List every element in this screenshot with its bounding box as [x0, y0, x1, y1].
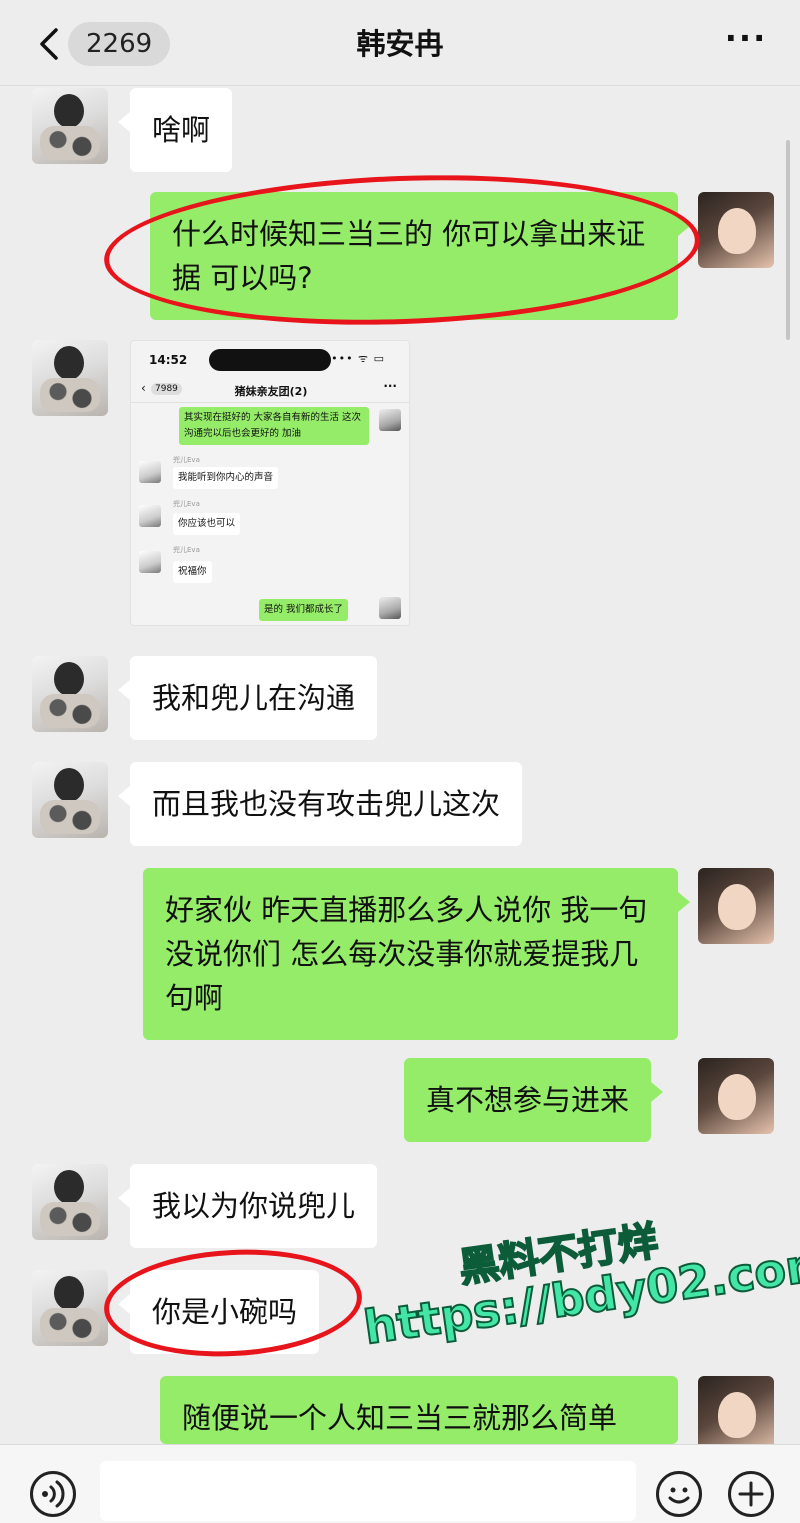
- embedded-message-outgoing: 是的 我们都成长了: [259, 599, 349, 621]
- input-bar: [0, 1444, 800, 1523]
- embedded-status-time: 14:52: [149, 353, 188, 367]
- avatar-self[interactable]: [698, 192, 774, 268]
- embedded-avatar-contact: [139, 461, 161, 483]
- embedded-group-title: 猪妹亲友团(2): [234, 385, 308, 398]
- embedded-nickname: 兜儿Eva: [173, 500, 200, 508]
- chat-title: 韩安冉: [356, 27, 444, 61]
- embedded-nickname: 兜儿Eva: [173, 546, 200, 554]
- embedded-message-incoming: 你应该也可以: [173, 513, 241, 535]
- image-message-screenshot[interactable]: 14:52 ••• ᯤ ▭ ‹ 7989 猪妹亲友团(2) ··· 其实现在挺好…: [130, 340, 410, 626]
- embedded-avatar-contact: [139, 505, 161, 527]
- plus-icon[interactable]: [728, 1471, 774, 1517]
- avatar-contact[interactable]: [32, 762, 108, 838]
- message-incoming[interactable]: 啥啊: [117, 88, 233, 172]
- message-outgoing[interactable]: 随便说一个人知三当三就那么简单: [160, 1376, 678, 1444]
- embedded-signal-icons: ••• ᯤ ▭: [331, 352, 385, 365]
- avatar-contact[interactable]: [32, 1164, 108, 1240]
- message-outgoing[interactable]: 什么时候知三当三的 你可以拿出来证据 可以吗?: [150, 192, 690, 320]
- message-incoming[interactable]: 我和兜儿在沟通: [117, 656, 378, 740]
- message-incoming[interactable]: 你是小碗吗: [117, 1270, 320, 1354]
- message-outgoing[interactable]: 好家伙 昨天直播那么多人说你 我一句没说你们 怎么每次没事你就爱提我几句啊: [143, 868, 690, 1040]
- embedded-avatar-contact: [139, 551, 161, 573]
- message-incoming[interactable]: 而且我也没有攻击兜儿这次: [117, 762, 523, 846]
- avatar-self[interactable]: [698, 1376, 774, 1452]
- avatar-contact[interactable]: [32, 340, 108, 416]
- avatar-self[interactable]: [698, 1058, 774, 1134]
- message-incoming[interactable]: 我以为你说兜儿: [117, 1164, 378, 1248]
- embedded-dynamic-island: [209, 349, 331, 371]
- voice-waves-icon: [42, 1480, 65, 1508]
- avatar-self[interactable]: [698, 868, 774, 944]
- more-options-icon[interactable]: ···: [722, 22, 770, 58]
- voice-icon[interactable]: [30, 1471, 76, 1517]
- emoji-icon[interactable]: [656, 1471, 702, 1517]
- embedded-message-incoming: 祝福你: [173, 561, 212, 583]
- avatar-contact[interactable]: [32, 1270, 108, 1346]
- avatar-contact[interactable]: [32, 656, 108, 732]
- embedded-message-outgoing: 其实现在挺好的 大家各自有新的生活 这次沟通完以后也会更好的 加油: [179, 407, 369, 445]
- plus-glyph-icon: [738, 1481, 764, 1507]
- chat-header: 2269 韩安冉 ···: [0, 0, 800, 86]
- smile-face-icon: [668, 1487, 690, 1504]
- message-input[interactable]: [100, 1461, 636, 1521]
- embedded-more-icon: ···: [383, 379, 397, 393]
- avatar-contact[interactable]: [32, 88, 108, 164]
- embedded-nickname: 兜儿Eva: [173, 456, 200, 464]
- embedded-avatar-self: [379, 597, 401, 619]
- embedded-chat-header: ‹ 7989 猪妹亲友团(2) ···: [131, 377, 409, 403]
- scrollbar[interactable]: [786, 140, 790, 340]
- embedded-message-incoming: 我能听到你内心的声音: [173, 467, 279, 489]
- message-outgoing[interactable]: 真不想参与进来: [404, 1058, 664, 1142]
- embedded-avatar-self: [379, 409, 401, 431]
